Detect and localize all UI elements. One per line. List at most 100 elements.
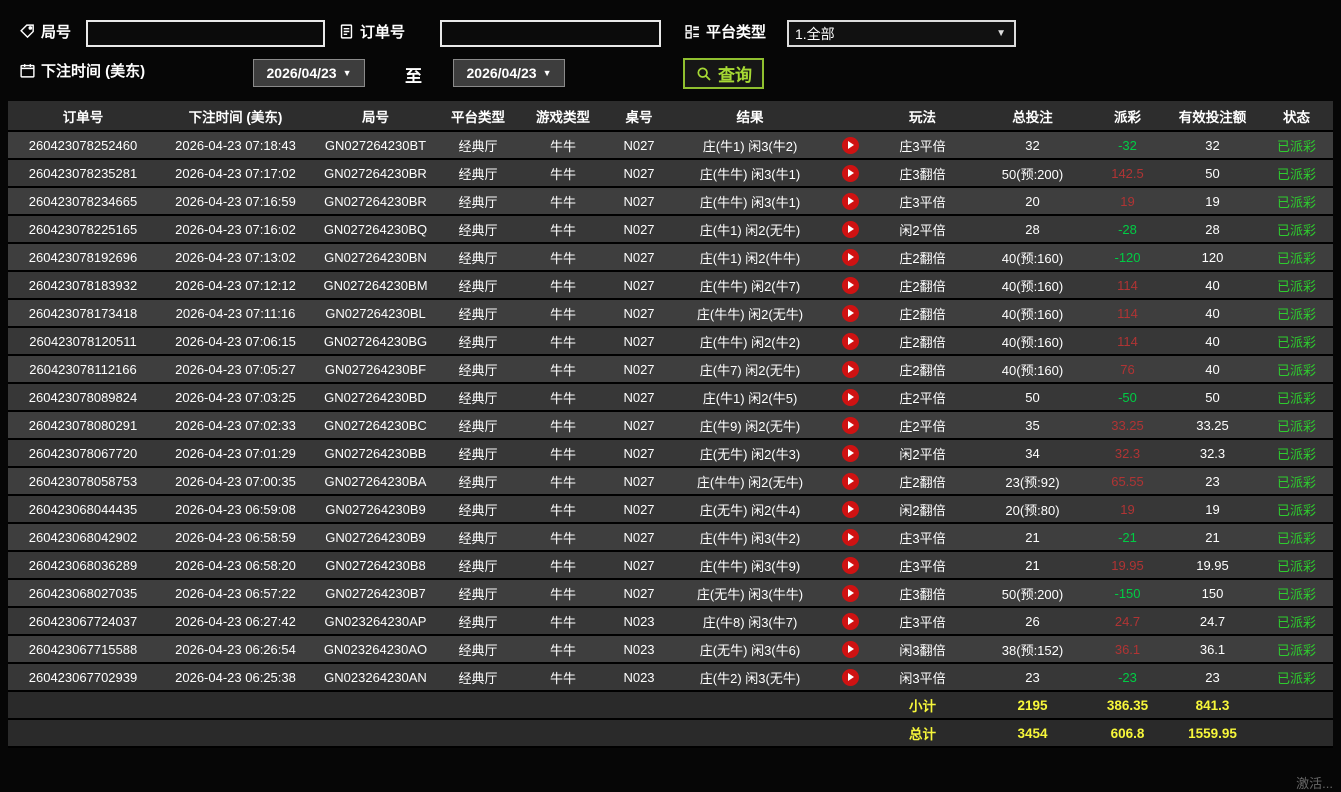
play-type-cell: 庄2平倍 [870,411,975,439]
table-header-row: 订单号下注时间 (美东)局号平台类型游戏类型桌号结果玩法总投注派彩有效投注额状态 [8,101,1333,131]
replay-play-icon[interactable] [842,641,859,658]
bet-time-cell: 2026-04-23 07:05:27 [158,355,313,383]
round-id-cell: GN023264230AO [313,635,438,663]
replay-cell [830,607,870,635]
status-cell: 已派彩 [1260,663,1333,691]
bet-time-cell: 2026-04-23 07:01:29 [158,439,313,467]
total-row: 总计 3454 606.8 1559.95 [8,719,1333,747]
replay-cell [830,299,870,327]
payout-cell: 65.55 [1090,467,1165,495]
replay-play-icon[interactable] [842,473,859,490]
total-bet-cell: 23(预:92) [975,467,1090,495]
replay-play-icon[interactable] [842,417,859,434]
result-cell: 庄(牛牛) 闲3(牛2) [670,523,830,551]
search-button[interactable]: 查询 [683,58,764,89]
replay-play-icon[interactable] [842,613,859,630]
round-id-cell: GN027264230BD [313,383,438,411]
order-id-cell: 260423078120511 [8,327,158,355]
payout-cell: 142.5 [1090,159,1165,187]
replay-play-icon[interactable] [842,557,859,574]
play-type-cell: 庄2翻倍 [870,243,975,271]
table-row: 260423078183932 2026-04-23 07:12:12 GN02… [8,271,1333,299]
round-id-input[interactable] [86,20,325,47]
table-row: 260423078234665 2026-04-23 07:16:59 GN02… [8,187,1333,215]
table-no-cell: N027 [608,243,670,271]
game-type-cell: 牛牛 [518,607,608,635]
column-header-12: 有效投注额 [1165,101,1260,131]
round-id-cell: GN027264230B9 [313,523,438,551]
column-header-3: 局号 [313,101,438,131]
table-no-cell: N023 [608,663,670,691]
valid-bet-cell: 32 [1165,131,1260,159]
replay-play-icon[interactable] [842,501,859,518]
total-bet-cell: 21 [975,551,1090,579]
order-id-cell: 260423068042902 [8,523,158,551]
status-cell: 已派彩 [1260,271,1333,299]
total-status-spacer [1260,719,1333,747]
table-row: 260423078235281 2026-04-23 07:17:02 GN02… [8,159,1333,187]
status-cell: 已派彩 [1260,495,1333,523]
result-cell: 庄(牛1) 闲3(牛2) [670,131,830,159]
valid-bet-cell: 50 [1165,383,1260,411]
subtotal-valid-bet: 841.3 [1165,691,1260,719]
filter-bar: 局号 订单号 平台类型 1.全部 ▼ 下注时间 (美东) [0,0,1341,101]
play-type-cell: 闲2平倍 [870,439,975,467]
status-cell: 已派彩 [1260,523,1333,551]
bet-time-cell: 2026-04-23 07:03:25 [158,383,313,411]
order-id-cell: 260423068027035 [8,579,158,607]
replay-play-icon[interactable] [842,529,859,546]
game-type-cell: 牛牛 [518,327,608,355]
date-to-picker[interactable]: 2026/04/23 ▼ [453,59,565,87]
table-row: 260423068044435 2026-04-23 06:59:08 GN02… [8,495,1333,523]
replay-play-icon[interactable] [842,361,859,378]
replay-play-icon[interactable] [842,669,859,686]
platform-cell: 经典厅 [438,411,518,439]
replay-play-icon[interactable] [842,277,859,294]
total-bet-cell: 35 [975,411,1090,439]
subtotal-spacer [8,691,870,719]
replay-cell [830,187,870,215]
replay-play-icon[interactable] [842,305,859,322]
replay-play-icon[interactable] [842,165,859,182]
replay-play-icon[interactable] [842,445,859,462]
column-header-8 [830,101,870,131]
replay-play-icon[interactable] [842,249,859,266]
replay-cell [830,159,870,187]
status-cell: 已派彩 [1260,215,1333,243]
status-cell: 已派彩 [1260,607,1333,635]
table-no-cell: N027 [608,327,670,355]
table-no-cell: N023 [608,607,670,635]
replay-cell [830,411,870,439]
order-id-input[interactable] [440,20,661,47]
result-cell: 庄(牛牛) 闲2(牛2) [670,327,830,355]
play-type-cell: 闲3翻倍 [870,635,975,663]
replay-play-icon[interactable] [842,585,859,602]
replay-play-icon[interactable] [842,333,859,350]
status-cell: 已派彩 [1260,551,1333,579]
replay-play-icon[interactable] [842,137,859,154]
order-id-cell: 260423078235281 [8,159,158,187]
order-id-cell: 260423067702939 [8,663,158,691]
platform-cell: 经典厅 [438,159,518,187]
payout-cell: 36.1 [1090,635,1165,663]
platform-cell: 经典厅 [438,215,518,243]
status-cell: 已派彩 [1260,159,1333,187]
play-type-cell: 庄2翻倍 [870,355,975,383]
payout-cell: 19 [1090,187,1165,215]
date-from-picker[interactable]: 2026/04/23 ▼ [253,59,365,87]
replay-cell [830,663,870,691]
replay-play-icon[interactable] [842,193,859,210]
bet-time-cell: 2026-04-23 07:12:12 [158,271,313,299]
valid-bet-cell: 50 [1165,159,1260,187]
platform-type-select[interactable]: 1.全部 ▼ [787,20,1016,47]
table-no-cell: N027 [608,495,670,523]
date-range-to-label: 至 [405,62,422,87]
table-row: 260423068042902 2026-04-23 06:58:59 GN02… [8,523,1333,551]
table-no-cell: N027 [608,523,670,551]
replay-play-icon[interactable] [842,221,859,238]
table-row: 260423067702939 2026-04-23 06:25:38 GN02… [8,663,1333,691]
replay-play-icon[interactable] [842,389,859,406]
replay-cell [830,271,870,299]
replay-cell [830,355,870,383]
game-type-cell: 牛牛 [518,355,608,383]
